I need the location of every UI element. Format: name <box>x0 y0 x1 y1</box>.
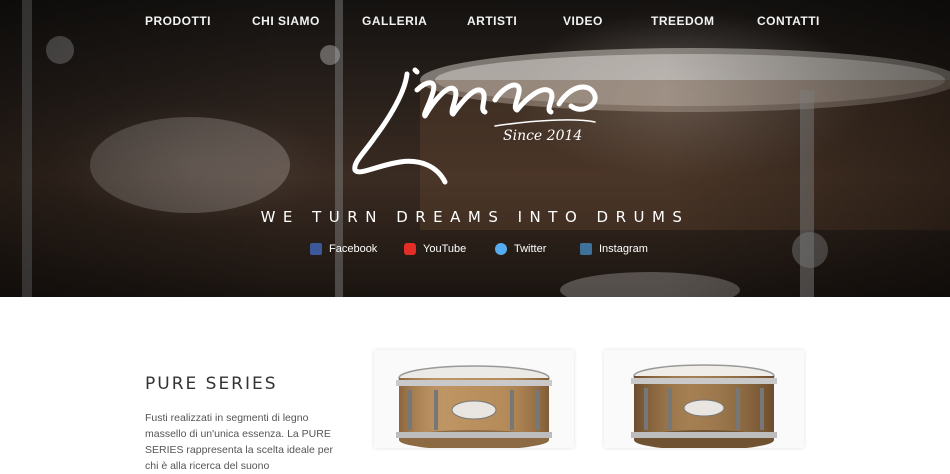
product-card[interactable] <box>604 350 804 448</box>
main-nav: PRODOTTI CHI SIAMO GALLERIA ARTISTI VIDE… <box>0 14 950 30</box>
youtube-link[interactable]: YouTube <box>404 243 466 255</box>
facebook-icon <box>310 243 322 255</box>
nav-item-prodotti[interactable]: PRODOTTI <box>145 14 211 28</box>
instagram-link[interactable]: Instagram <box>580 243 648 255</box>
series-title: PURE SERIES <box>145 374 278 394</box>
product-card[interactable] <box>374 350 574 448</box>
hero-tagline: WE TURN DREAMS INTO DRUMS <box>260 208 690 226</box>
facebook-label: Facebook <box>329 243 378 255</box>
product-image <box>396 365 552 448</box>
nav-item-galleria[interactable]: GALLERIA <box>362 14 427 28</box>
youtube-icon <box>404 243 416 255</box>
nav-item-video[interactable]: VIDEO <box>563 14 603 28</box>
nav-item-contatti[interactable]: CONTATTI <box>757 14 820 28</box>
logo-since-text: Since 2014 <box>503 128 582 144</box>
facebook-link[interactable]: Facebook <box>310 243 377 255</box>
series-description: Fusti realizzati in segmenti di legno ma… <box>145 412 333 472</box>
nav-item-chi-siamo[interactable]: CHI SIAMO <box>252 14 320 28</box>
brand-logo[interactable]: Since 2014 <box>345 62 605 197</box>
youtube-label: YouTube <box>423 243 467 255</box>
twitter-label: Twitter <box>514 243 547 255</box>
social-links: Facebook YouTube Twitter Instagram <box>0 243 950 259</box>
instagram-icon <box>580 243 592 255</box>
product-image <box>631 364 777 448</box>
instagram-label: Instagram <box>599 243 648 255</box>
twitter-link[interactable]: Twitter <box>495 243 546 255</box>
hero-banner: PRODOTTI CHI SIAMO GALLERIA ARTISTI VIDE… <box>0 0 950 297</box>
twitter-icon <box>495 243 507 255</box>
nav-item-treedom[interactable]: TREEDOM <box>651 14 715 28</box>
nav-item-artisti[interactable]: ARTISTI <box>467 14 517 28</box>
